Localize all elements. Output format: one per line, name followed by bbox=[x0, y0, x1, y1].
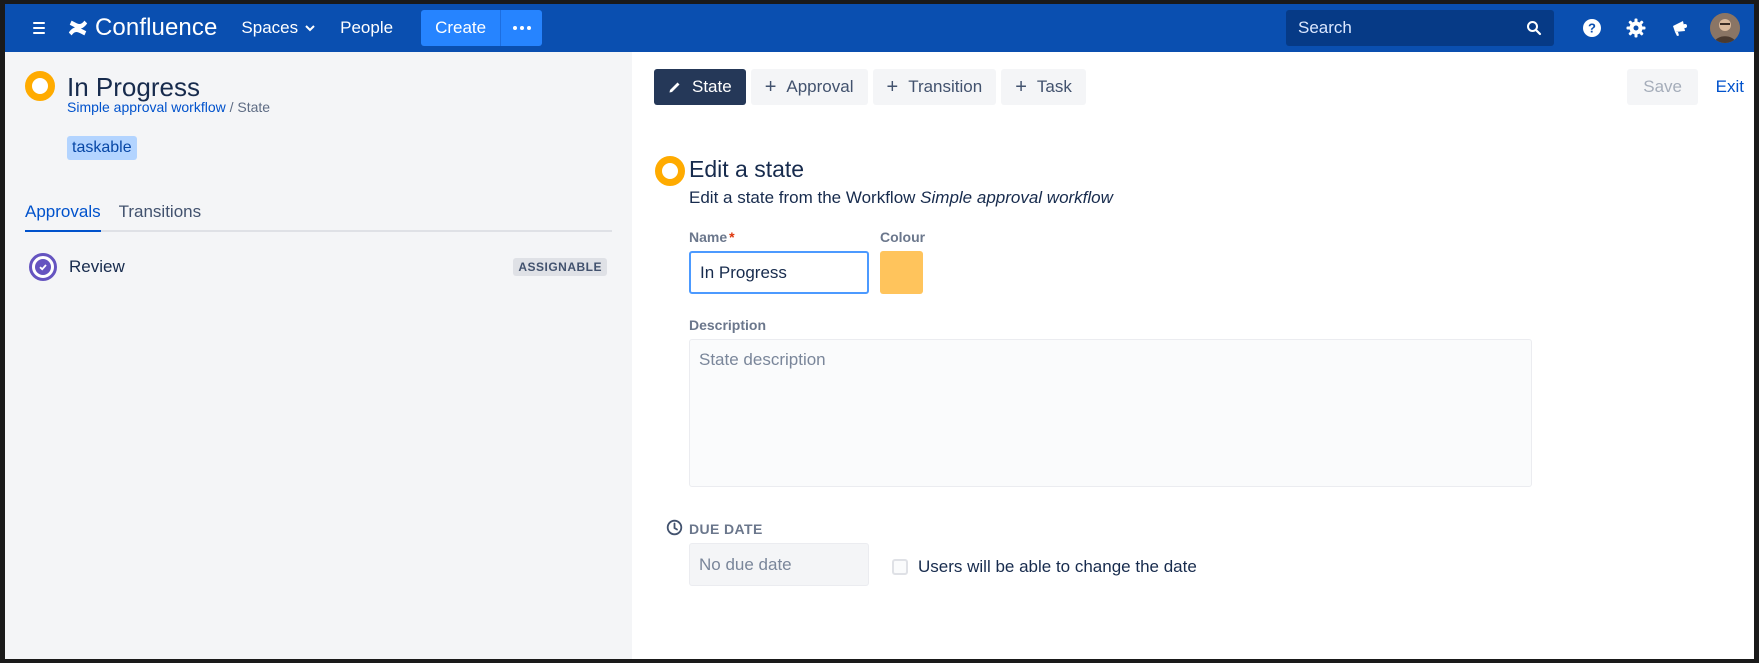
hamburger-menu-icon[interactable] bbox=[25, 14, 53, 42]
breadcrumb: Simple approval workflow / State bbox=[67, 99, 270, 115]
taskable-tag: taskable bbox=[67, 136, 137, 160]
exit-button[interactable]: Exit bbox=[1716, 69, 1744, 105]
add-approval-button[interactable]: + Approval bbox=[750, 69, 868, 105]
subtitle-workflow-name: Simple approval workflow bbox=[920, 188, 1113, 207]
name-label-text: Name bbox=[689, 229, 728, 245]
state-color-icon bbox=[25, 71, 55, 101]
approval-label: Review bbox=[69, 257, 125, 276]
state-editor-panel: State + Approval + Transition + Task Sav… bbox=[632, 52, 1754, 659]
confluence-logo[interactable]: Confluence bbox=[67, 14, 217, 42]
add-task-label: Task bbox=[1036, 77, 1072, 96]
required-marker: * bbox=[729, 229, 735, 245]
edit-state-color-icon bbox=[655, 156, 685, 186]
assignable-badge: ASSIGNABLE bbox=[513, 258, 607, 276]
name-input[interactable] bbox=[689, 251, 869, 294]
add-transition-button[interactable]: + Transition bbox=[872, 69, 997, 105]
user-avatar[interactable] bbox=[1710, 13, 1740, 43]
spaces-label: Spaces bbox=[241, 18, 299, 37]
state-button[interactable]: State bbox=[654, 69, 746, 105]
colour-picker-swatch[interactable] bbox=[880, 251, 923, 294]
app-window: Confluence Spaces People Create Search ? bbox=[5, 4, 1754, 659]
change-date-checkbox[interactable] bbox=[892, 559, 908, 575]
description-field-label: Description bbox=[689, 317, 767, 333]
chevron-down-icon bbox=[305, 25, 315, 32]
help-icon[interactable]: ? bbox=[1570, 6, 1614, 50]
tab-approvals[interactable]: Approvals bbox=[25, 202, 101, 232]
breadcrumb-workflow-link[interactable]: Simple approval workflow bbox=[67, 99, 226, 115]
state-summary-panel: In Progress Simple approval workflow / S… bbox=[5, 52, 632, 659]
left-tabs: Approvals Transitions bbox=[25, 202, 612, 232]
spaces-menu[interactable]: Spaces bbox=[241, 18, 316, 38]
approval-list-item[interactable]: Review ASSIGNABLE bbox=[29, 250, 607, 284]
search-box[interactable]: Search bbox=[1286, 10, 1554, 46]
breadcrumb-current: State bbox=[237, 99, 271, 115]
logo-text: Confluence bbox=[95, 14, 218, 41]
state-button-label: State bbox=[692, 77, 732, 96]
settings-gear-icon[interactable] bbox=[1614, 6, 1658, 50]
add-transition-label: Transition bbox=[908, 77, 983, 96]
pencil-icon bbox=[669, 82, 680, 93]
approval-check-icon bbox=[29, 253, 57, 281]
create-button-group: Create bbox=[421, 10, 543, 46]
change-date-option: Users will be able to change the date bbox=[892, 557, 1197, 577]
confluence-logo-icon bbox=[68, 20, 88, 36]
edit-state-heading: Edit a state bbox=[689, 156, 805, 182]
more-options-icon[interactable] bbox=[500, 10, 543, 46]
due-date-label: DUE DATE bbox=[689, 521, 763, 537]
editor-toolbar: State + Approval + Transition + Task bbox=[654, 69, 1086, 105]
change-date-checkbox-label: Users will be able to change the date bbox=[918, 557, 1197, 576]
description-textarea[interactable] bbox=[689, 339, 1532, 487]
people-link[interactable]: People bbox=[340, 18, 393, 38]
add-task-button[interactable]: + Task bbox=[1001, 69, 1086, 105]
search-placeholder: Search bbox=[1298, 18, 1352, 37]
search-icon bbox=[1527, 21, 1542, 36]
edit-state-subtitle: Edit a state from the Workflow Simple ap… bbox=[689, 188, 1113, 208]
save-button[interactable]: Save bbox=[1627, 69, 1698, 105]
notifications-megaphone-icon[interactable] bbox=[1658, 6, 1702, 50]
plus-icon: + bbox=[764, 75, 777, 98]
add-approval-label: Approval bbox=[786, 77, 854, 96]
breadcrumb-separator: / bbox=[225, 99, 238, 115]
name-field-label: Name * bbox=[689, 229, 735, 245]
plus-icon: + bbox=[1015, 75, 1027, 98]
due-date-input[interactable] bbox=[689, 543, 869, 586]
tab-transitions[interactable]: Transitions bbox=[119, 202, 202, 230]
create-button[interactable]: Create bbox=[421, 10, 501, 46]
svg-text:?: ? bbox=[1588, 21, 1596, 36]
top-navigation: Confluence Spaces People Create Search ? bbox=[5, 4, 1754, 52]
plus-icon: + bbox=[886, 75, 899, 98]
colour-field-label: Colour bbox=[880, 229, 926, 245]
clock-icon bbox=[666, 519, 683, 536]
subtitle-prefix: Edit a state from the Workflow bbox=[689, 188, 921, 207]
